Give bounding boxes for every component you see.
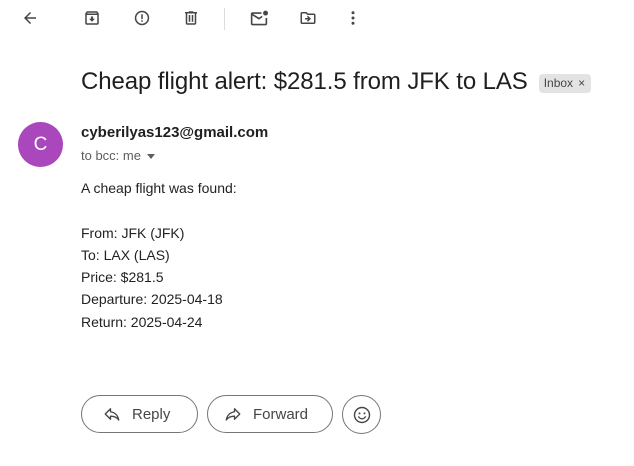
toolbar-divider [224,8,225,30]
reply-label: Reply [132,405,171,423]
forward-label: Forward [253,405,309,423]
arrow-back-icon [24,12,36,24]
remove-label-icon[interactable]: × [578,76,585,90]
archive-button[interactable] [78,4,106,32]
reply-button[interactable]: Reply [81,395,198,433]
reply-icon [104,408,120,421]
move-to-button[interactable] [294,4,322,32]
message-body: A cheap flight was found: From: JFK (JFK… [81,177,237,333]
body-line-to: To: LAX (LAS) [81,246,170,263]
subject-row: Cheap flight alert: $281.5 from JFK to L… [81,68,592,96]
report-spam-button[interactable] [128,4,156,32]
move-to-icon [300,12,316,24]
sender-email[interactable]: cyberilyas123@gmail.com [81,124,268,141]
archive-icon [85,11,99,25]
body-line-return: Return: 2025-04-24 [81,313,203,330]
avatar[interactable]: C [18,122,63,167]
recipients-text: to bcc: me [81,148,141,163]
add-reaction-icon [353,406,370,423]
forward-icon [225,408,241,421]
back-button[interactable] [16,4,44,32]
body-blank-line [81,199,237,221]
body-line-intro: A cheap flight was found: [81,180,237,196]
delete-icon [185,11,197,25]
report-spam-icon [134,10,150,26]
message-toolbar [0,0,634,38]
message-subject: Cheap flight alert: $281.5 from JFK to L… [81,68,528,95]
inbox-label-chip: Inbox × [538,73,592,93]
mark-unread-button[interactable] [245,4,273,32]
more-options-button[interactable] [339,4,367,32]
forward-button[interactable]: Forward [207,395,333,433]
body-line-from: From: JFK (JFK) [81,224,185,241]
body-line-price: Price: $281.5 [81,269,164,286]
body-line-departure: Departure: 2025-04-18 [81,291,223,308]
label-name: Inbox [543,76,574,90]
add-reaction-button[interactable] [342,395,381,434]
mark-unread-icon [250,10,268,26]
delete-button[interactable] [177,4,205,32]
chevron-down-icon[interactable] [146,154,155,159]
recipients-details[interactable]: to bcc: me [81,148,155,163]
more-vert-icon [351,11,355,25]
